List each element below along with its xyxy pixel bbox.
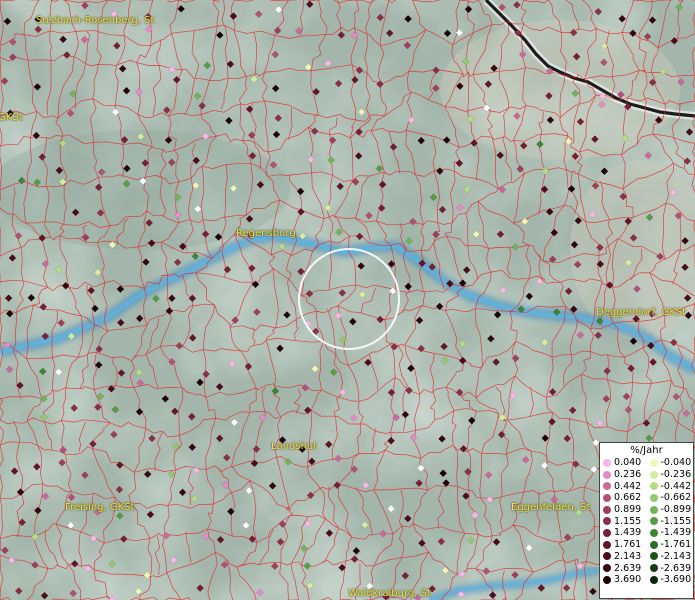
legend-value: 3.690 [614,574,642,586]
legend-row: 2.143 -2.143 [600,551,693,563]
legend-swatch [603,552,611,561]
legend-value: -2.639 [660,562,692,574]
legend-entry-positive: 2.639 [600,563,647,574]
map-view[interactable]: Sulzbach-Rosenberg, St GKSt Regensburg D… [0,0,695,600]
legend-row: 1.761 -1.761 [600,539,693,551]
legend-row: 0.040 -0.040 [600,457,693,469]
legend-swatch [649,482,658,491]
legend-title: %/Jahr [630,445,663,456]
legend-value: -1.761 [660,539,692,551]
legend-value: -0.442 [660,480,692,492]
legend-entry-positive: 3.690 [600,574,647,585]
legend-value: 0.899 [614,504,642,516]
legend-swatch [649,528,658,537]
legend-entry-negative: -2.143 [647,551,694,562]
legend-entry-positive: 0.662 [600,492,647,503]
legend-swatch [603,540,611,549]
legend-entry-positive: 0.899 [600,504,647,515]
legend-value: 0.442 [614,480,642,492]
legend-swatch [649,552,658,561]
legend-entry-positive: 0.040 [600,457,647,468]
legend-swatch [603,458,611,467]
legend-value: 2.143 [614,550,642,562]
legend-row: 0.236 -0.236 [600,469,693,481]
legend-swatch [603,505,611,514]
legend-row: 1.155 -1.155 [600,515,693,527]
legend-swatch [649,505,658,514]
legend-value: 0.040 [614,457,642,469]
legend-entry-negative: -1.155 [647,516,694,527]
place-label-waldkraiburg: Waldkraiburg, St [348,588,431,599]
place-label-eggenfelden: Eggenfelden, St [511,502,591,513]
legend-swatch [649,564,658,573]
legend-value: -0.899 [660,504,692,516]
legend-entry-negative: -0.899 [647,504,694,515]
legend-value: 2.639 [614,562,642,574]
upland-shade [440,20,680,160]
legend-swatch [603,517,611,526]
legend-swatch [649,470,658,479]
legend-row: 0.442 -0.442 [600,480,693,492]
legend-entry-positive: 1.439 [600,527,647,538]
legend-entry-negative: -3.690 [647,574,694,585]
legend-row: 0.899 -0.899 [600,504,693,516]
legend-entry-negative: -0.236 [647,469,694,480]
place-label-gkst: GKSt [0,112,23,123]
legend-row: 0.662 -0.662 [600,492,693,504]
legend-swatch [603,493,611,502]
place-label-sulzbach: Sulzbach-Rosenberg, St [36,15,155,26]
legend-value: -1.439 [660,527,692,539]
legend-swatch [649,493,658,502]
map-legend: %/Jahr 0.040 -0.040 0.236 -0.236 0.442 -0.442… [599,442,694,599]
place-label-landshut: Landshut [271,441,318,452]
legend-row: 2.639 -2.639 [600,562,693,574]
legend-row: 3.690 -3.690 [600,574,693,586]
legend-value: -2.143 [660,550,692,562]
legend-swatch [603,528,611,537]
legend-swatch [603,575,611,584]
legend-swatch [649,458,658,467]
place-label-freising: Freising, GKSt [65,502,135,513]
legend-value: 1.439 [614,527,642,539]
legend-entry-positive: 1.761 [600,539,647,550]
legend-value: 0.236 [614,469,642,481]
legend-entry-negative: -1.439 [647,527,694,538]
legend-value: -0.040 [660,457,692,469]
legend-swatch [603,564,611,573]
legend-swatch [649,517,658,526]
legend-swatch [603,470,611,479]
legend-swatch [649,575,658,584]
legend-entry-positive: 0.236 [600,469,647,480]
legend-entry-negative: -2.639 [647,563,694,574]
legend-entry-positive: 0.442 [600,481,647,492]
place-label-regensburg: Regensburg [236,228,296,239]
place-label-deggendorf: Deggendorf, GKSt [596,307,687,318]
legend-rows: 0.040 -0.040 0.236 -0.236 0.442 -0.442 0.662 -0… [600,457,693,586]
legend-entry-negative: -1.761 [647,539,694,550]
legend-value: 1.155 [614,515,642,527]
legend-row: 1.439 -1.439 [600,527,693,539]
legend-entry-positive: 1.155 [600,516,647,527]
legend-swatch [603,482,611,491]
legend-value: 0.662 [614,492,642,504]
legend-value: -0.236 [660,469,692,481]
legend-entry-negative: -0.442 [647,481,694,492]
legend-value: -0.662 [660,492,692,504]
legend-value: 1.761 [614,539,642,551]
legend-swatch [649,540,658,549]
legend-entry-negative: -0.662 [647,492,694,503]
legend-entry-positive: 2.143 [600,551,647,562]
legend-value: -3.690 [660,574,692,586]
legend-value: -1.155 [660,515,692,527]
legend-entry-negative: -0.040 [647,457,694,468]
